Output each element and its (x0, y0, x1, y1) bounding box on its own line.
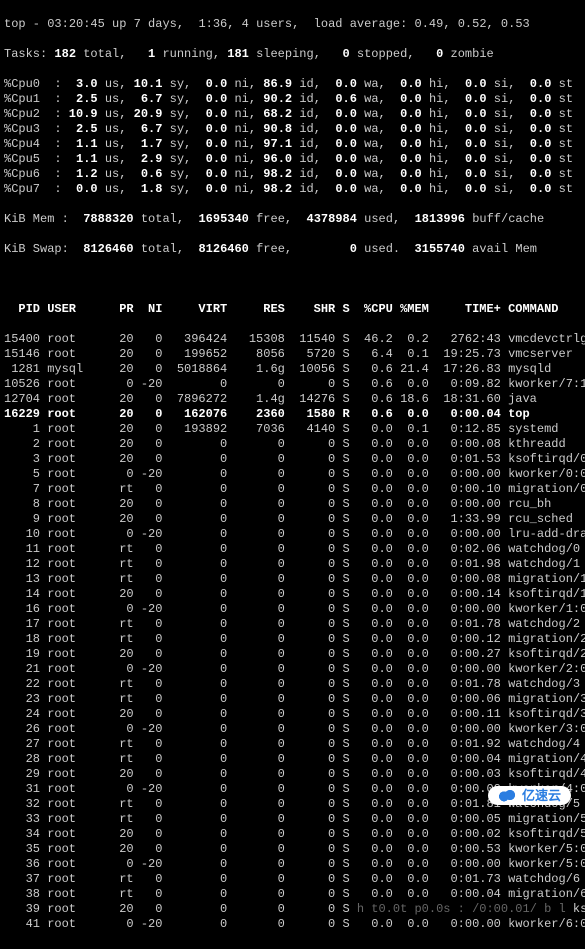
process-row: 39 root 20 0 0 0 0 S h t0.0t p0.0s : /0:… (4, 902, 581, 917)
summary-cpu-2: %Cpu2 : 10.9 us, 20.9 sy, 0.0 ni, 68.2 i… (4, 107, 581, 122)
process-row: 34 root 20 0 0 0 0 S 0.0 0.0 0:00.02 kso… (4, 827, 581, 842)
summary-cpu-5: %Cpu5 : 1.1 us, 2.9 sy, 0.0 ni, 96.0 id,… (4, 152, 581, 167)
process-row: 41 root 0 -20 0 0 0 S 0.0 0.0 0:00.00 kw… (4, 917, 581, 932)
process-row: 36 root 0 -20 0 0 0 S 0.0 0.0 0:00.00 kw… (4, 857, 581, 872)
process-row: 17 root rt 0 0 0 0 S 0.0 0.0 0:01.78 wat… (4, 617, 581, 632)
column-headers: PID USER PR NI VIRT RES SHR S %CPU %MEM … (4, 302, 581, 317)
summary-cpu-4: %Cpu4 : 1.1 us, 1.7 sy, 0.0 ni, 97.1 id,… (4, 137, 581, 152)
process-row: 12 root rt 0 0 0 0 S 0.0 0.0 0:01.98 wat… (4, 557, 581, 572)
summary-swap: KiB Swap: 8126460 total, 8126460 free, 0… (4, 242, 581, 257)
process-row: 2 root 20 0 0 0 0 S 0.0 0.0 0:00.08 kthr… (4, 437, 581, 452)
process-row: 1281 mysql 20 0 5018864 1.6g 10056 S 0.6… (4, 362, 581, 377)
process-row: 16 root 0 -20 0 0 0 S 0.0 0.0 0:00.00 kw… (4, 602, 581, 617)
process-row: 16229 root 20 0 162076 2360 1580 R 0.6 0… (4, 407, 581, 422)
summary-cpu-6: %Cpu6 : 1.2 us, 0.6 sy, 0.0 ni, 98.2 id,… (4, 167, 581, 182)
summary-line-tasks: Tasks: 182 total, 1 running, 181 sleepin… (4, 47, 581, 62)
process-row: 27 root rt 0 0 0 0 S 0.0 0.0 0:01.92 wat… (4, 737, 581, 752)
yisu-logo: 亿速云 (488, 786, 571, 805)
process-row: 28 root rt 0 0 0 0 S 0.0 0.0 0:00.04 mig… (4, 752, 581, 767)
process-row: 1 root 20 0 193892 7036 4140 S 0.0 0.1 0… (4, 422, 581, 437)
process-row: 10 root 0 -20 0 0 0 S 0.0 0.0 0:00.00 lr… (4, 527, 581, 542)
process-row: 8 root 20 0 0 0 0 S 0.0 0.0 0:00.00 rcu_… (4, 497, 581, 512)
process-row: 5 root 0 -20 0 0 0 S 0.0 0.0 0:00.00 kwo… (4, 467, 581, 482)
process-row: 15400 root 20 0 396424 15308 11540 S 46.… (4, 332, 581, 347)
summary-cpu-7: %Cpu7 : 0.0 us, 1.8 sy, 0.0 ni, 98.2 id,… (4, 182, 581, 197)
process-row: 24 root 20 0 0 0 0 S 0.0 0.0 0:00.11 kso… (4, 707, 581, 722)
process-row: 18 root rt 0 0 0 0 S 0.0 0.0 0:00.12 mig… (4, 632, 581, 647)
summary-cpu-3: %Cpu3 : 2.5 us, 6.7 sy, 0.0 ni, 90.8 id,… (4, 122, 581, 137)
process-row: 35 root 20 0 0 0 0 S 0.0 0.0 0:00.53 kwo… (4, 842, 581, 857)
process-row: 10526 root 0 -20 0 0 0 S 0.6 0.0 0:09.82… (4, 377, 581, 392)
process-row: 14 root 20 0 0 0 0 S 0.0 0.0 0:00.14 kso… (4, 587, 581, 602)
process-row: 26 root 0 -20 0 0 0 S 0.0 0.0 0:00.00 kw… (4, 722, 581, 737)
process-row: 29 root 20 0 0 0 0 S 0.0 0.0 0:00.03 kso… (4, 767, 581, 782)
process-row: 21 root 0 -20 0 0 0 S 0.0 0.0 0:00.00 kw… (4, 662, 581, 677)
process-row: 22 root rt 0 0 0 0 S 0.0 0.0 0:01.78 wat… (4, 677, 581, 692)
process-row: 15146 root 20 0 199652 8056 5720 S 6.4 0… (4, 347, 581, 362)
process-row: 3 root 20 0 0 0 0 S 0.0 0.0 0:01.53 ksof… (4, 452, 581, 467)
terminal-output: top - 03:20:45 up 7 days, 1:36, 4 users,… (0, 0, 585, 949)
summary-cpu-1: %Cpu1 : 2.5 us, 6.7 sy, 0.0 ni, 90.2 id,… (4, 92, 581, 107)
process-row: 9 root 20 0 0 0 0 S 0.0 0.0 1:33.99 rcu_… (4, 512, 581, 527)
process-row: 12704 root 20 0 7896272 1.4g 14276 S 0.6… (4, 392, 581, 407)
summary-line-top: top - 03:20:45 up 7 days, 1:36, 4 users,… (4, 17, 581, 32)
process-row: 19 root 20 0 0 0 0 S 0.0 0.0 0:00.27 kso… (4, 647, 581, 662)
process-row: 13 root rt 0 0 0 0 S 0.0 0.0 0:00.08 mig… (4, 572, 581, 587)
process-row: 11 root rt 0 0 0 0 S 0.0 0.0 0:02.06 wat… (4, 542, 581, 557)
process-row: 37 root rt 0 0 0 0 S 0.0 0.0 0:01.73 wat… (4, 872, 581, 887)
process-row: 38 root rt 0 0 0 0 S 0.0 0.0 0:00.04 mig… (4, 887, 581, 902)
process-row: 7 root rt 0 0 0 0 S 0.0 0.0 0:00.10 migr… (4, 482, 581, 497)
process-row: 23 root rt 0 0 0 0 S 0.0 0.0 0:00.06 mig… (4, 692, 581, 707)
summary-cpu-0: %Cpu0 : 3.0 us, 10.1 sy, 0.0 ni, 86.9 id… (4, 77, 581, 92)
summary-mem: KiB Mem : 7888320 total, 1695340 free, 4… (4, 212, 581, 227)
watermark-url: h t0.0t p0.0s : /0:00.01/ b l (357, 902, 566, 916)
